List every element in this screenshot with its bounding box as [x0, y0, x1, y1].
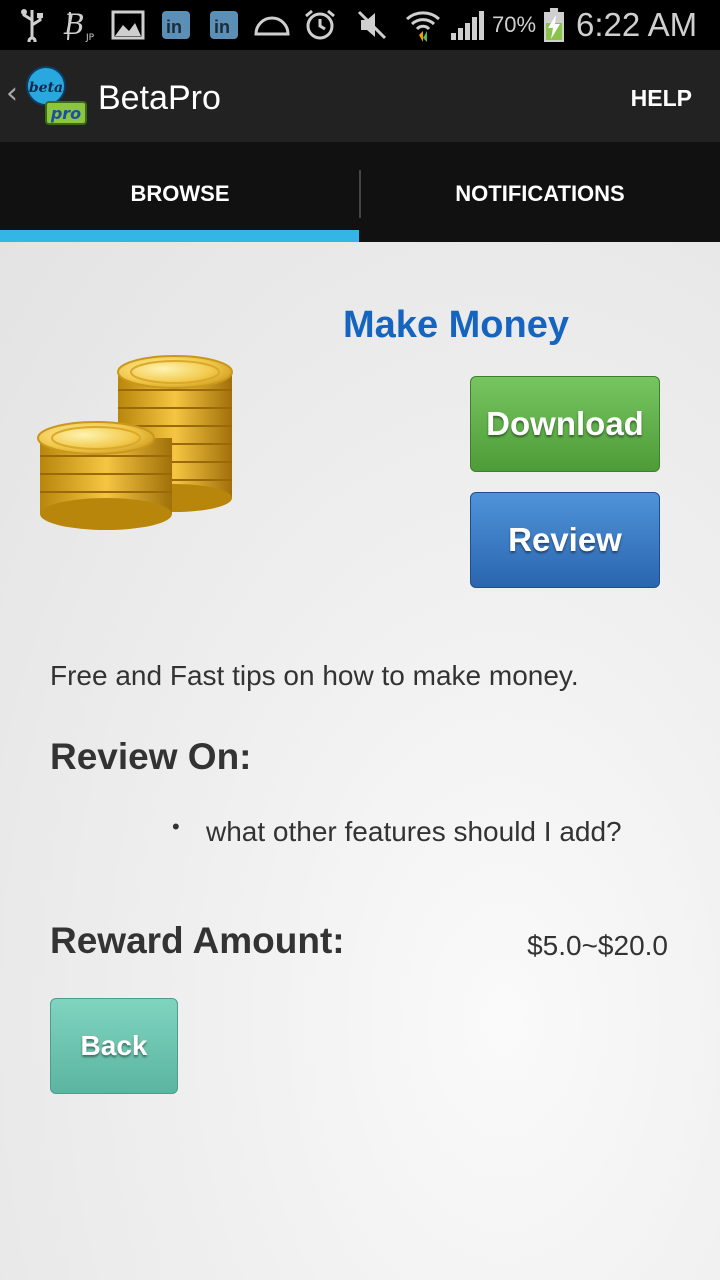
image-icon [110, 8, 146, 42]
up-chevron-icon[interactable]: ‹ [6, 76, 18, 111]
review-item-text: what other features should I add? [206, 816, 622, 847]
tab-bar: BROWSE NOTIFICATIONS [0, 146, 720, 242]
coins-icon [36, 342, 236, 542]
reward-amount-value: $5.0~$20.0 [527, 930, 668, 961]
review-button[interactable]: Review [470, 492, 660, 588]
b-jp-icon: B JP [62, 8, 100, 42]
action-bar: ‹ beta pro BetaPro HELP [0, 50, 720, 146]
svg-text:B: B [63, 8, 85, 41]
battery-charging-icon [540, 8, 568, 42]
svg-text:in: in [166, 17, 182, 37]
clock: 6:22 AM [576, 6, 698, 43]
tab-notifications[interactable]: NOTIFICATIONS [360, 146, 720, 242]
help-button[interactable]: HELP [631, 50, 692, 146]
reward-amount-label: Reward Amount: [50, 920, 345, 961]
linkedin-icon: in [160, 8, 192, 42]
tab-selected-indicator [0, 230, 359, 242]
app-title: BetaPro [98, 79, 221, 117]
svg-text:pro: pro [50, 104, 81, 123]
app-detail: Make Money Download Review Free and Fast… [0, 242, 720, 1280]
svg-text:JP: JP [85, 33, 95, 42]
signal-icon [448, 8, 488, 42]
app-description: Free and Fast tips on how to make money. [50, 660, 579, 691]
bullet-icon: • [172, 814, 180, 839]
linkedin-icon: in [208, 8, 240, 42]
tab-browse[interactable]: BROWSE [0, 146, 360, 242]
status-bar: B JP in in 70% 6:22 AM [0, 0, 720, 50]
alarm-icon [302, 8, 338, 42]
wifi-icon [404, 8, 442, 42]
mute-icon [354, 8, 390, 42]
app-name: Make Money [343, 304, 569, 346]
usb-icon [16, 8, 48, 42]
svg-text:beta: beta [29, 80, 63, 96]
back-button[interactable]: Back [50, 998, 178, 1094]
battery-percent: 70% [492, 12, 537, 37]
download-button[interactable]: Download [470, 376, 660, 472]
app-logo[interactable]: beta pro [24, 64, 90, 130]
half-circle-icon [252, 8, 292, 42]
review-on-heading: Review On: [50, 736, 252, 777]
svg-text:in: in [214, 17, 230, 37]
